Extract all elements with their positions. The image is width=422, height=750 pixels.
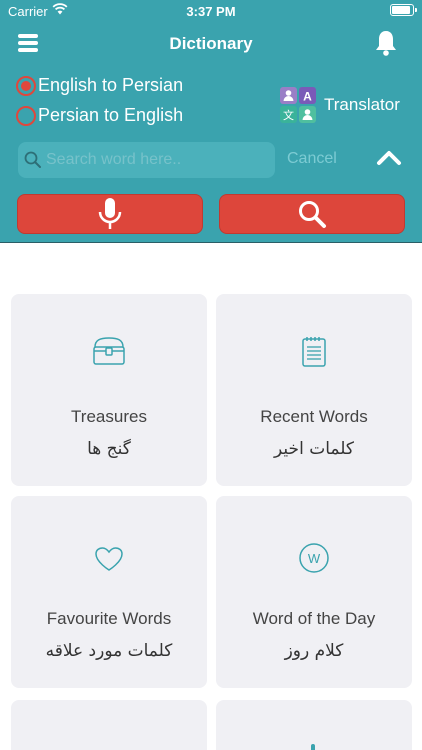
page-title: Dictionary: [169, 34, 253, 53]
word-of-day-icon: W: [298, 542, 330, 579]
search-input[interactable]: [46, 142, 270, 178]
tile-title-fa: کلام روز: [284, 641, 344, 661]
search-icon: [24, 151, 42, 174]
tile-title-en: Word of the Day: [252, 609, 376, 628]
svg-text:W: W: [308, 551, 321, 566]
translator-button[interactable]: A 文 Translator: [280, 87, 400, 123]
tile-title-fa: کلمات اخیر: [274, 439, 354, 459]
tile-title-en: Recent Words: [260, 407, 368, 426]
partial-icon: [311, 744, 315, 750]
radio-button-selected[interactable]: [16, 75, 36, 96]
tile-partial-left[interactable]: [11, 700, 207, 750]
bell-icon[interactable]: [374, 29, 398, 62]
radio-label: English to Persian: [38, 75, 184, 95]
notepad-icon: [300, 336, 328, 373]
tile-partial-right[interactable]: [216, 700, 412, 750]
search-bar[interactable]: [18, 142, 275, 178]
battery-icon: [390, 4, 417, 16]
svg-text:A: A: [303, 90, 312, 104]
chevron-up-icon[interactable]: [376, 148, 402, 171]
tile-title-en: Favourite Words: [46, 609, 172, 628]
translator-icon: A 文: [280, 87, 316, 123]
tile-title-fa: کلمات مورد علاقه: [45, 641, 173, 661]
magnifier-icon: [299, 201, 326, 228]
tile-favourite-words[interactable]: Favourite Words کلمات مورد علاقه: [11, 496, 207, 688]
status-bar: Carrier 3:37 PM: [0, 0, 422, 22]
tile-title-en: Treasures: [71, 407, 147, 426]
voice-search-button[interactable]: [17, 194, 203, 234]
radio-persian-to-english[interactable]: Persian to English: [16, 105, 183, 126]
translator-label: Translator: [324, 95, 400, 114]
radio-label: Persian to English: [38, 105, 184, 125]
nav-bar: Dictionary: [0, 22, 422, 66]
header: Carrier 3:37 PM Dictionary English to Pe…: [0, 0, 422, 243]
radio-english-to-persian[interactable]: English to Persian: [16, 75, 183, 96]
cancel-button[interactable]: Cancel: [287, 150, 337, 168]
search-button[interactable]: [219, 194, 405, 234]
tile-word-of-the-day[interactable]: W Word of the Day کلام روز: [216, 496, 412, 688]
tile-treasures[interactable]: Treasures گنج ها: [11, 294, 207, 486]
heart-icon: [94, 546, 124, 577]
radio-button[interactable]: [16, 105, 36, 126]
treasure-chest-icon: [92, 336, 126, 371]
microphone-icon: [98, 198, 122, 229]
svg-text:文: 文: [283, 108, 294, 122]
tile-recent-words[interactable]: Recent Words کلمات اخیر: [216, 294, 412, 486]
tile-title-fa: گنج ها: [87, 439, 131, 459]
clock: 3:37 PM: [186, 4, 236, 19]
